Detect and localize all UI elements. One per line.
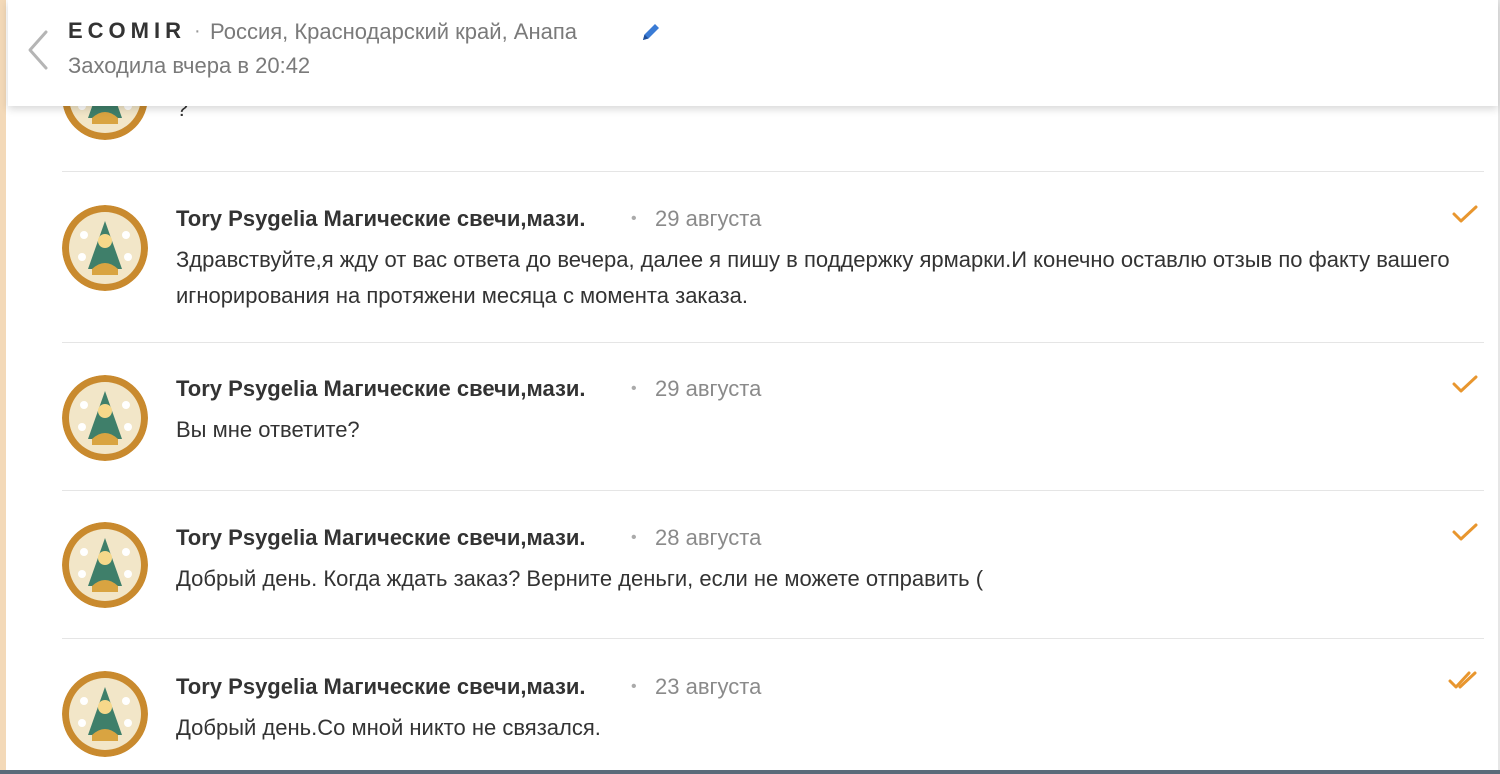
message-text: Добрый день. Когда ждать заказ? Верните … (176, 566, 984, 591)
message-author[interactable]: Tory Psygelia Магические свечи,мази. (176, 674, 586, 700)
avatar[interactable] (62, 522, 148, 608)
message-author[interactable]: Tory Psygelia Магические свечи,мази. (176, 376, 586, 402)
last-seen-status: Заходила вчера в 20:42 (68, 53, 311, 78)
message-text: Добрый день.Со мной никто не связался. (176, 715, 601, 740)
avatar[interactable] (62, 375, 148, 461)
message-date: 23 августа (655, 674, 762, 699)
shop-name[interactable]: ECOMIR (68, 18, 186, 44)
meta-separator: • (631, 678, 637, 695)
message-feed[interactable]: ? Tory Psygelia Магические свечи,мази. •… (0, 0, 1500, 774)
check-icon (1452, 205, 1478, 223)
message-date: 29 августа (655, 376, 762, 401)
bottom-edge-strip (0, 770, 1500, 774)
chat-page: ? Tory Psygelia Магические свечи,мази. •… (0, 0, 1500, 774)
chevron-left-icon[interactable] (24, 28, 52, 72)
message-divider (62, 171, 1484, 172)
check-icon (1452, 375, 1478, 393)
message-divider (62, 638, 1484, 639)
message-author[interactable]: Tory Psygelia Магические свечи,мази. (176, 206, 586, 232)
message-author[interactable]: Tory Psygelia Магические свечи,мази. (176, 525, 586, 551)
shop-location: Россия, Краснодарский край, Анапа (210, 19, 577, 44)
message-date: 28 августа (655, 525, 762, 550)
header-separator: · (194, 20, 201, 42)
avatar[interactable] (62, 671, 148, 757)
meta-separator: • (631, 210, 637, 227)
double-check-icon (1448, 671, 1477, 689)
message-date: 29 августа (655, 206, 762, 231)
chat-header: ECOMIR · Россия, Краснодарский край, Ана… (8, 0, 1498, 106)
check-icon (1452, 523, 1478, 541)
meta-separator: • (631, 380, 637, 397)
message-text: Вы мне ответите? (176, 417, 360, 442)
meta-separator: • (631, 529, 637, 546)
message-divider (62, 342, 1484, 343)
avatar[interactable] (62, 205, 148, 291)
message-divider (62, 490, 1484, 491)
pencil-icon[interactable] (639, 20, 663, 44)
message-text: Здравствуйте,я жду от вас ответа до вече… (176, 247, 1450, 308)
